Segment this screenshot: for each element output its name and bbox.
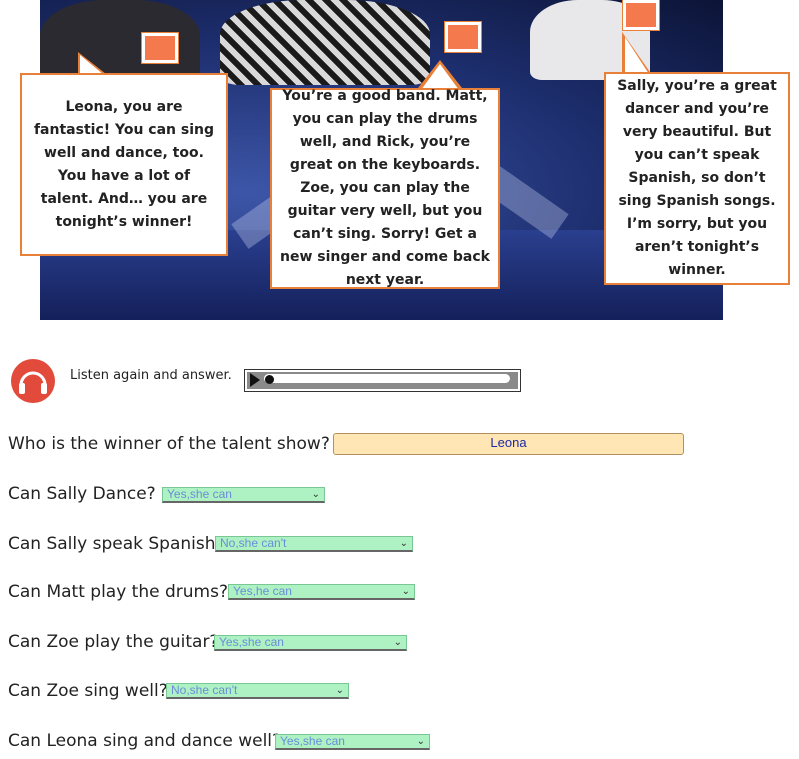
audio-progress-knob[interactable] <box>265 375 274 384</box>
buzzer-icon <box>445 22 481 52</box>
chevron-down-icon: ⌄ <box>401 586 410 597</box>
chevron-down-icon: ⌄ <box>335 685 344 696</box>
answer-select-3[interactable]: No,she can't ⌄ <box>215 536 413 552</box>
question-6-label: Can Zoe sing well? <box>8 681 168 701</box>
answer-select-5[interactable]: Yes,she can ⌄ <box>214 635 407 651</box>
winner-answer-input[interactable]: Leona <box>333 433 684 455</box>
chevron-down-icon: ⌄ <box>399 538 408 549</box>
question-5-label: Can Zoe play the guitar? <box>8 632 219 652</box>
bubble-text: You’re a good band. Matt, you can play t… <box>280 88 490 288</box>
play-icon[interactable] <box>250 373 260 387</box>
selected-value: No,she can't <box>220 536 287 550</box>
judge-figure <box>220 0 430 85</box>
question-7-label: Can Leona sing and dance well? <box>8 731 282 751</box>
buzzer-icon <box>142 33 178 63</box>
speech-bubble-sally: Sally, you’re a great dancer and you’re … <box>604 72 790 285</box>
chevron-down-icon: ⌄ <box>416 736 425 747</box>
selected-value: Yes,he can <box>233 584 292 598</box>
selected-value: Yes,she can <box>219 635 284 649</box>
chevron-down-icon: ⌄ <box>393 637 402 648</box>
question-3-label: Can Sally speak Spanish? <box>8 534 225 554</box>
buzzer-icon <box>623 0 659 30</box>
audio-progress-track[interactable] <box>264 374 510 383</box>
question-1-label: Who is the winner of the talent show? <box>8 434 330 454</box>
selected-value: Yes,she can <box>167 487 232 501</box>
listen-instruction: Listen again and answer. <box>70 368 232 383</box>
selected-value: Yes,she can <box>280 734 345 748</box>
bubble-text: Sally, you’re a great dancer and you’re … <box>617 78 777 278</box>
question-2-label: Can Sally Dance? <box>8 484 156 504</box>
speech-bubble-leona: Leona, you are fantastic! You can sing w… <box>20 73 228 256</box>
answer-select-7[interactable]: Yes,she can ⌄ <box>275 734 430 750</box>
answer-select-4[interactable]: Yes,he can ⌄ <box>228 584 415 600</box>
answer-select-2[interactable]: Yes,she can ⌄ <box>162 487 325 503</box>
answer-select-6[interactable]: No,she can't ⌄ <box>166 683 349 699</box>
audio-player[interactable] <box>244 369 521 392</box>
chevron-down-icon: ⌄ <box>311 489 320 500</box>
speech-tail <box>625 37 649 74</box>
speech-bubble-band: You’re a good band. Matt, you can play t… <box>270 88 500 289</box>
speech-tail <box>80 55 104 75</box>
selected-value: No,she can't <box>171 683 238 697</box>
question-4-label: Can Matt play the drums? <box>8 582 228 602</box>
headphones-icon <box>11 359 55 403</box>
bubble-text: Leona, you are fantastic! You can sing w… <box>33 98 215 230</box>
